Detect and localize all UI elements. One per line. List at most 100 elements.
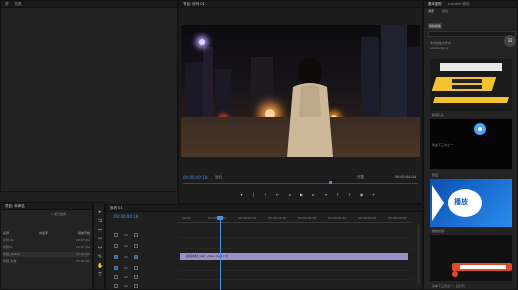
program-scrub-bar[interactable] — [183, 183, 418, 185]
timeline-timecode[interactable]: 00:00:00:18 — [114, 214, 138, 219]
go-to-in-icon[interactable]: ⇤ — [275, 192, 280, 197]
col-name[interactable]: 名称 — [3, 231, 9, 236]
mark-in-icon[interactable]: ▾ — [239, 192, 244, 197]
program-timecode[interactable]: 00:00:00:18 — [183, 175, 207, 180]
extract-icon[interactable]: ⇪ — [347, 192, 352, 197]
building — [251, 57, 273, 117]
video-clip[interactable]: 视频素材_test_video.mp4 [V] — [180, 253, 408, 260]
step-forward-icon[interactable]: ▸ — [311, 192, 316, 197]
zoom-select[interactable]: 适合 — [215, 175, 222, 180]
add-button-icon[interactable]: + — [371, 192, 376, 197]
thumb-shape — [432, 185, 444, 221]
track-lane-v3[interactable] — [178, 231, 412, 238]
tower-light — [199, 39, 205, 45]
play-icon[interactable]: ▶ — [299, 192, 304, 197]
building — [361, 37, 379, 117]
adobe-stock-option[interactable]: Adobe Stock — [430, 46, 449, 50]
source-monitor-panel: 源 效果 — [0, 0, 178, 192]
timeline-tab[interactable]: 序列 01 — [110, 206, 123, 211]
zoom-badge: 32 — [504, 35, 516, 47]
sync-lock-toggle[interactable] — [114, 283, 118, 288]
project-tabbar: 项目: 未命名 — [1, 203, 92, 210]
tick-label: 00:00:02:15 — [328, 216, 347, 220]
tick-label: 00:00:01:00 — [238, 216, 257, 220]
track-lane-a1[interactable] — [178, 264, 412, 271]
sync-lock-toggle[interactable] — [114, 274, 118, 279]
program-tabbar: 节目: 序列 01 — [179, 1, 422, 8]
track-header-a1[interactable]: A1 — [114, 264, 178, 271]
track-output-toggle[interactable] — [133, 243, 138, 248]
template-thumb-slide[interactable] — [430, 235, 512, 281]
step-back-icon[interactable]: ◂ — [287, 192, 292, 197]
list-item[interactable]: 视频01 29.97 fps — [3, 245, 90, 250]
track-label: A3 — [124, 283, 128, 288]
mark-out-icon[interactable]: | — [251, 192, 256, 197]
tab-browse[interactable]: 浏览 — [428, 9, 434, 13]
template-caption: 播放标题 — [432, 229, 445, 233]
track-header-v2[interactable]: V2 — [114, 242, 178, 249]
go-to-out-icon[interactable]: ⇥ — [323, 192, 328, 197]
razor-icon[interactable]: ✂ — [97, 236, 103, 242]
item-fps: 25.00 fps — [75, 252, 90, 256]
list-item[interactable]: 视频_1080p 25.00 fps — [3, 252, 90, 257]
tab-edit[interactable]: 编辑 — [442, 9, 448, 13]
export-frame-icon[interactable]: ◉ — [359, 192, 364, 197]
program-playhead[interactable] — [329, 181, 332, 184]
mute-toggle[interactable] — [133, 283, 138, 288]
track-lane-a2[interactable] — [178, 273, 412, 280]
building — [215, 69, 231, 117]
track-header-v1[interactable]: V1 — [114, 253, 178, 260]
thumb-shape — [440, 63, 502, 71]
slip-tool-icon[interactable]: ↔ — [97, 245, 103, 251]
local-templates-option[interactable]: 本地模板文件夹 — [430, 41, 451, 45]
track-output-toggle[interactable] — [133, 232, 138, 237]
track-output-toggle[interactable] — [133, 254, 138, 259]
list-item[interactable]: 视频_标准 25.00 fps — [3, 259, 90, 264]
my-templates-button[interactable]: 我的模板 — [428, 23, 442, 29]
track-select-icon[interactable]: ⇉ — [97, 218, 103, 224]
track-lane-v2[interactable] — [178, 242, 412, 249]
source-tabbar: 源 效果 — [1, 1, 177, 8]
mute-toggle[interactable] — [133, 265, 138, 270]
track-header-a3[interactable]: A3 — [114, 282, 178, 289]
track-label: A1 — [124, 265, 128, 270]
timeline-panel: 序列 01 00:00:00:18 00:00 00:00:00:15 00:0… — [105, 204, 423, 290]
tab-essential-graphics[interactable]: 基本图形 — [428, 2, 442, 7]
sync-lock-toggle[interactable] — [114, 243, 118, 248]
resolution-select[interactable]: 完整 — [357, 175, 364, 180]
source-patch-toggle[interactable] — [114, 254, 118, 259]
col-fps[interactable]: 帧速率 — [39, 231, 48, 236]
item-name: 视频_1080p — [3, 252, 21, 256]
tab-lumetri[interactable]: Lumetri 颜色 — [448, 2, 470, 7]
timeline-scrollbar[interactable] — [417, 225, 420, 285]
project-tab[interactable]: 项目: 未命名 — [5, 204, 25, 209]
search-input[interactable] — [428, 31, 516, 37]
sync-lock-toggle[interactable] — [114, 232, 118, 237]
effect-controls-tab[interactable]: 效果 — [15, 2, 22, 7]
graphics-tabbar: 基本图形 Lumetri 颜色 — [424, 1, 517, 8]
timeline-tabbar: 序列 01 — [106, 205, 422, 212]
col-media-start[interactable]: 媒体开始 — [78, 231, 90, 236]
tools-panel: ▸ ⇉ ⇔ ✂ ↔ ✎ ✋ T — [93, 202, 105, 290]
timeline-playhead[interactable] — [220, 217, 221, 290]
item-name: 视频01 — [3, 245, 13, 249]
mute-toggle[interactable] — [133, 274, 138, 279]
source-tab[interactable]: 源 — [5, 2, 9, 7]
source-patch-toggle[interactable] — [114, 265, 118, 270]
lift-icon[interactable]: ⇧ — [335, 192, 340, 197]
project-header-row: 名称 帧速率 媒体开始 — [3, 231, 90, 236]
template-thumb-news[interactable] — [430, 59, 512, 111]
track-header-v3[interactable]: V3 — [114, 231, 178, 238]
list-item[interactable]: 序列 01 29.97 fps — [3, 238, 90, 243]
template-thumb-title[interactable]: 播放 — [430, 179, 512, 227]
hand-tool-icon[interactable]: ✋ — [97, 263, 103, 269]
item-fps: 25.00 fps — [75, 259, 90, 263]
mark-clip-icon[interactable]: ⁞ — [263, 192, 268, 197]
type-tool-icon[interactable]: T — [97, 272, 103, 278]
track-header-a2[interactable]: A2 — [114, 273, 178, 280]
time-ruler[interactable]: 00:00 00:00:00:15 00:00:01:00 00:00:01:1… — [178, 215, 412, 223]
selection-tool-icon[interactable]: ▸ — [97, 209, 103, 215]
ripple-edit-icon[interactable]: ⇔ — [97, 227, 103, 233]
program-tab[interactable]: 节目: 序列 01 — [183, 2, 205, 7]
pen-tool-icon[interactable]: ✎ — [97, 254, 103, 260]
